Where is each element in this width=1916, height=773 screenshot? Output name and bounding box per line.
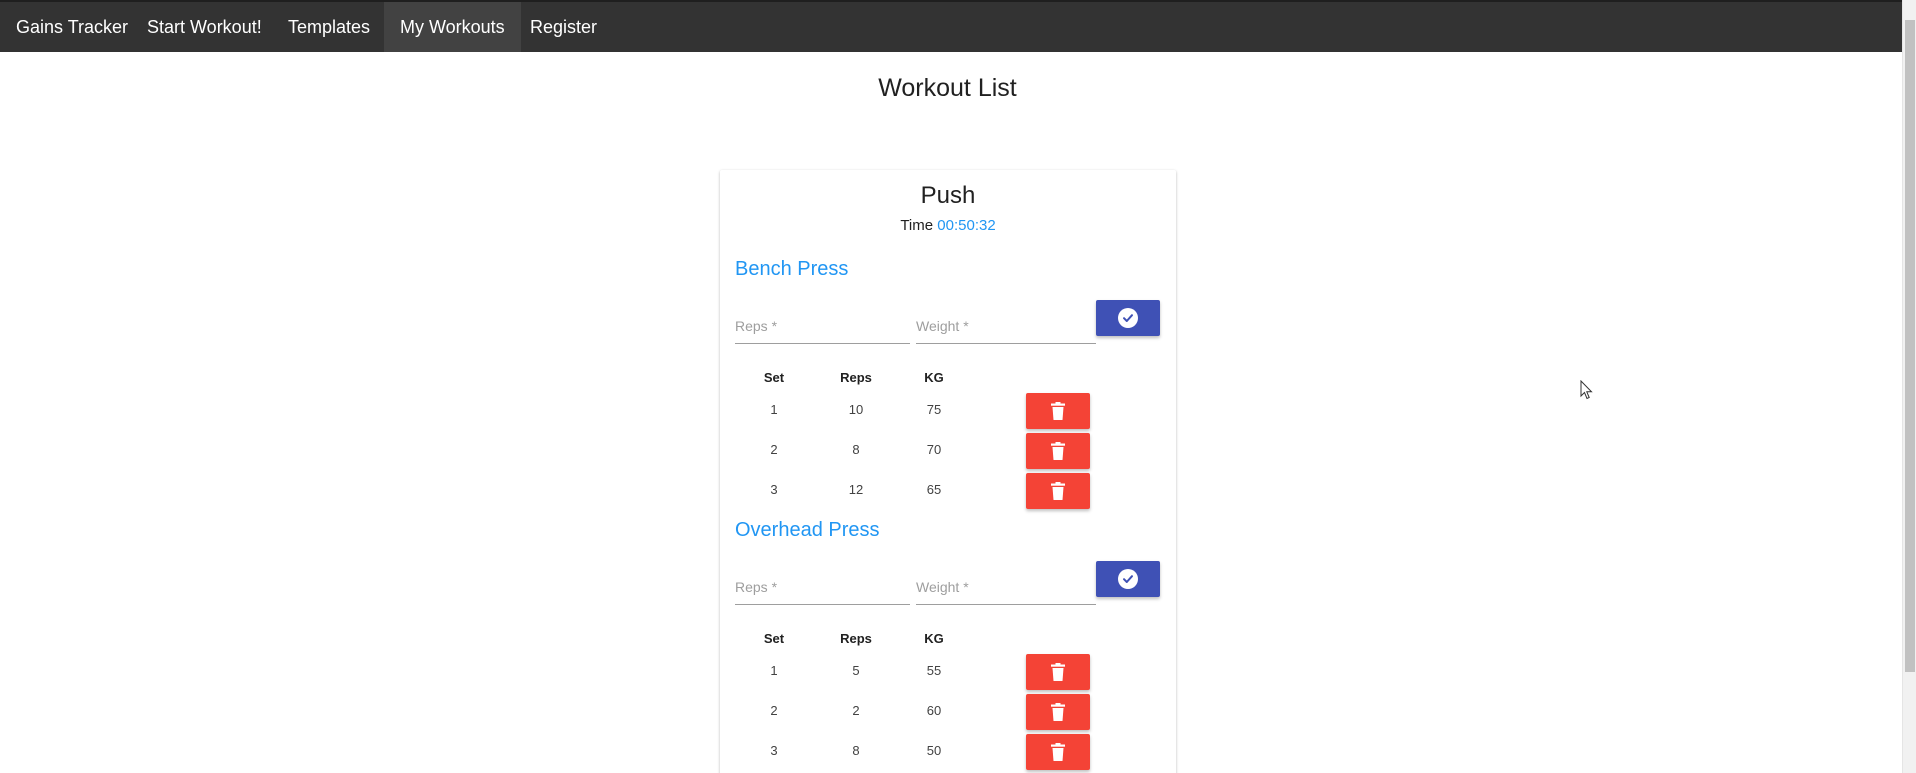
set-reps: 12	[848, 482, 864, 497]
set-kg: 50	[926, 743, 942, 758]
set-reps: 10	[848, 402, 864, 417]
weight-input[interactable]	[916, 314, 1096, 343]
set-kg: 65	[926, 482, 942, 497]
nav-item-templates[interactable]: Templates	[272, 2, 386, 52]
reps-input[interactable]	[735, 314, 910, 343]
page-title: Workout List	[878, 74, 1017, 102]
delete-set-button[interactable]	[1026, 393, 1090, 429]
trash-icon	[1051, 663, 1065, 681]
set-number: 2	[770, 703, 778, 718]
exercise-name[interactable]: Bench Press	[735, 258, 848, 281]
weight-input[interactable]	[916, 575, 1096, 604]
workout-name: Push	[920, 182, 976, 209]
reps-input[interactable]	[735, 575, 910, 604]
nav-item-start-workout[interactable]: Start Workout!	[131, 2, 278, 52]
column-header-kg: KG	[924, 370, 944, 385]
set-kg: 70	[926, 442, 942, 457]
set-number: 1	[770, 663, 778, 678]
set-kg: 55	[926, 663, 942, 678]
weight-field[interactable]: Weight *	[916, 575, 1096, 605]
column-header-kg: KG	[924, 631, 944, 646]
column-header-set: Set	[763, 370, 785, 385]
top-navbar: Gains Tracker Start Workout! Templates M…	[0, 0, 1916, 52]
add-set-button[interactable]	[1096, 300, 1160, 336]
trash-icon	[1051, 402, 1065, 420]
check-circle-icon	[1118, 569, 1138, 589]
add-set-button[interactable]	[1096, 561, 1160, 597]
nav-brand-gains-tracker[interactable]: Gains Tracker	[0, 2, 144, 52]
page-scrollbar[interactable]	[1902, 0, 1916, 773]
set-kg: 75	[926, 402, 942, 417]
column-header-set: Set	[763, 631, 785, 646]
set-number: 3	[770, 743, 778, 758]
delete-set-button[interactable]	[1026, 694, 1090, 730]
trash-icon	[1051, 442, 1065, 460]
set-reps: 8	[852, 743, 860, 758]
delete-set-button[interactable]	[1026, 473, 1090, 509]
time-label: Time	[900, 217, 934, 234]
set-reps: 8	[852, 442, 860, 457]
delete-set-button[interactable]	[1026, 734, 1090, 770]
check-circle-icon	[1118, 308, 1138, 328]
weight-field[interactable]: Weight *	[916, 314, 1096, 344]
reps-field[interactable]: Reps *	[735, 575, 910, 605]
trash-icon	[1051, 703, 1065, 721]
trash-icon	[1051, 743, 1065, 761]
set-reps: 2	[852, 703, 860, 718]
set-number: 3	[770, 482, 778, 497]
delete-set-button[interactable]	[1026, 433, 1090, 469]
set-kg: 60	[926, 703, 942, 718]
trash-icon	[1051, 482, 1065, 500]
delete-set-button[interactable]	[1026, 654, 1090, 690]
workout-card: Push Time 00:50:32 Bench Press Reps * We…	[720, 170, 1176, 773]
column-header-reps: Reps	[840, 631, 872, 646]
workout-time: Time 00:50:32	[720, 217, 1176, 234]
scrollbar-thumb[interactable]	[1905, 20, 1915, 672]
set-number: 1	[770, 402, 778, 417]
exercise-name[interactable]: Overhead Press	[735, 519, 880, 542]
mouse-cursor-icon	[1580, 380, 1593, 400]
nav-item-my-workouts[interactable]: My Workouts	[384, 2, 521, 52]
time-value: 00:50:32	[937, 217, 996, 234]
set-reps: 5	[852, 663, 860, 678]
reps-field[interactable]: Reps *	[735, 314, 910, 344]
nav-item-register[interactable]: Register	[514, 2, 613, 52]
set-number: 2	[770, 442, 778, 457]
column-header-reps: Reps	[840, 370, 872, 385]
